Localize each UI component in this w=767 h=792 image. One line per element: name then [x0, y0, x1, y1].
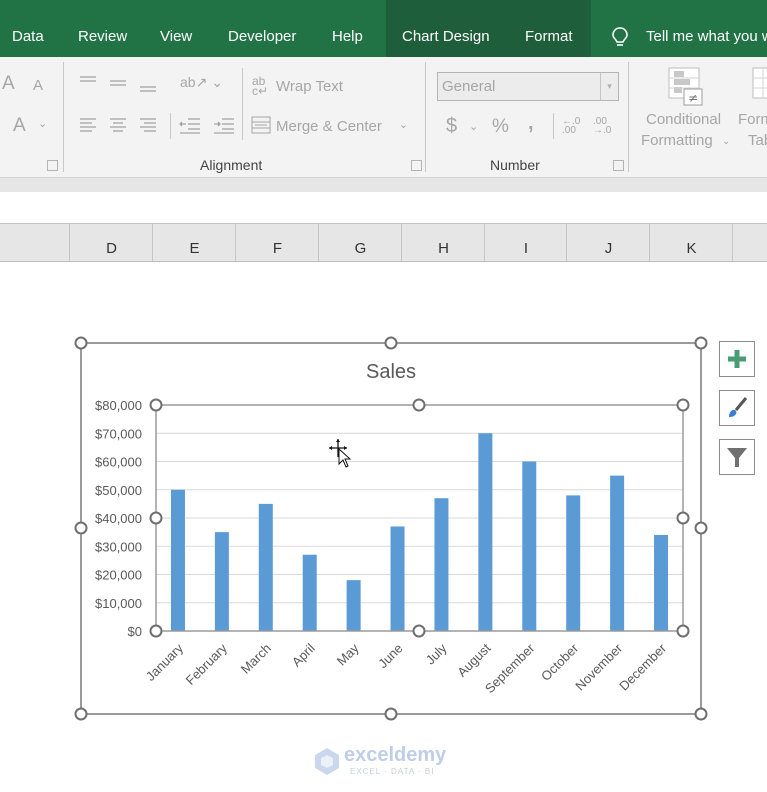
sales-chart[interactable]: Sales $0 $10,000 $20,000 $30,000 $40,000 $50,…	[0, 0, 767, 792]
resize-handle[interactable]	[676, 511, 690, 525]
resize-handle[interactable]	[149, 624, 163, 638]
plus-icon	[728, 350, 746, 368]
resize-handle[interactable]	[694, 707, 708, 721]
y-tick-label: $0	[128, 624, 142, 639]
resize-handle[interactable]	[384, 336, 398, 350]
resize-handle[interactable]	[412, 624, 426, 638]
brush-icon	[729, 397, 748, 417]
resize-handle[interactable]	[694, 336, 708, 350]
chart-elements-button[interactable]	[719, 341, 755, 377]
resize-handle[interactable]	[74, 707, 88, 721]
resize-handle[interactable]	[149, 511, 163, 525]
y-tick-label: $70,000	[95, 426, 142, 441]
y-tick-label: $80,000	[95, 398, 142, 413]
y-tick-label: $20,000	[95, 568, 142, 583]
bar-april[interactable]	[302, 554, 317, 631]
resize-handle[interactable]	[384, 707, 398, 721]
y-tick-label: $10,000	[95, 596, 142, 611]
filter-icon	[727, 448, 747, 467]
resize-handle[interactable]	[149, 398, 163, 412]
y-tick-label: $50,000	[95, 483, 142, 498]
bar-march[interactable]	[258, 503, 273, 631]
resize-handle[interactable]	[676, 398, 690, 412]
resize-handle[interactable]	[694, 521, 708, 535]
chart-title[interactable]: Sales	[366, 361, 416, 383]
chart-filters-button[interactable]	[719, 439, 755, 475]
bar-february[interactable]	[214, 532, 229, 631]
bar-january[interactable]	[170, 489, 185, 631]
y-tick-label: $40,000	[95, 511, 142, 526]
resize-handle[interactable]	[74, 521, 88, 535]
bar-july[interactable]	[434, 498, 449, 631]
watermark-tagline: EXCEL · DATA · BI	[350, 767, 435, 776]
resize-handle[interactable]	[74, 336, 88, 350]
bar-september[interactable]	[522, 461, 537, 632]
chart-styles-button[interactable]	[719, 390, 755, 426]
resize-handle[interactable]	[412, 398, 426, 412]
y-tick-label: $30,000	[95, 539, 142, 554]
bar-november[interactable]	[610, 475, 625, 631]
bar-december[interactable]	[654, 534, 669, 631]
bar-august[interactable]	[478, 433, 493, 631]
watermark-name: exceldemy	[344, 744, 447, 766]
bar-june[interactable]	[390, 526, 405, 631]
exceldemy-logo-icon	[315, 748, 339, 775]
y-axis-labels: $0 $10,000 $20,000 $30,000 $40,000 $50,000 $60…	[95, 398, 142, 639]
resize-handle[interactable]	[676, 624, 690, 638]
watermark: exceldemy EXCEL · DATA · BI	[310, 744, 470, 778]
bar-may[interactable]	[346, 580, 361, 631]
bar-october[interactable]	[566, 495, 581, 631]
y-tick-label: $60,000	[95, 455, 142, 470]
